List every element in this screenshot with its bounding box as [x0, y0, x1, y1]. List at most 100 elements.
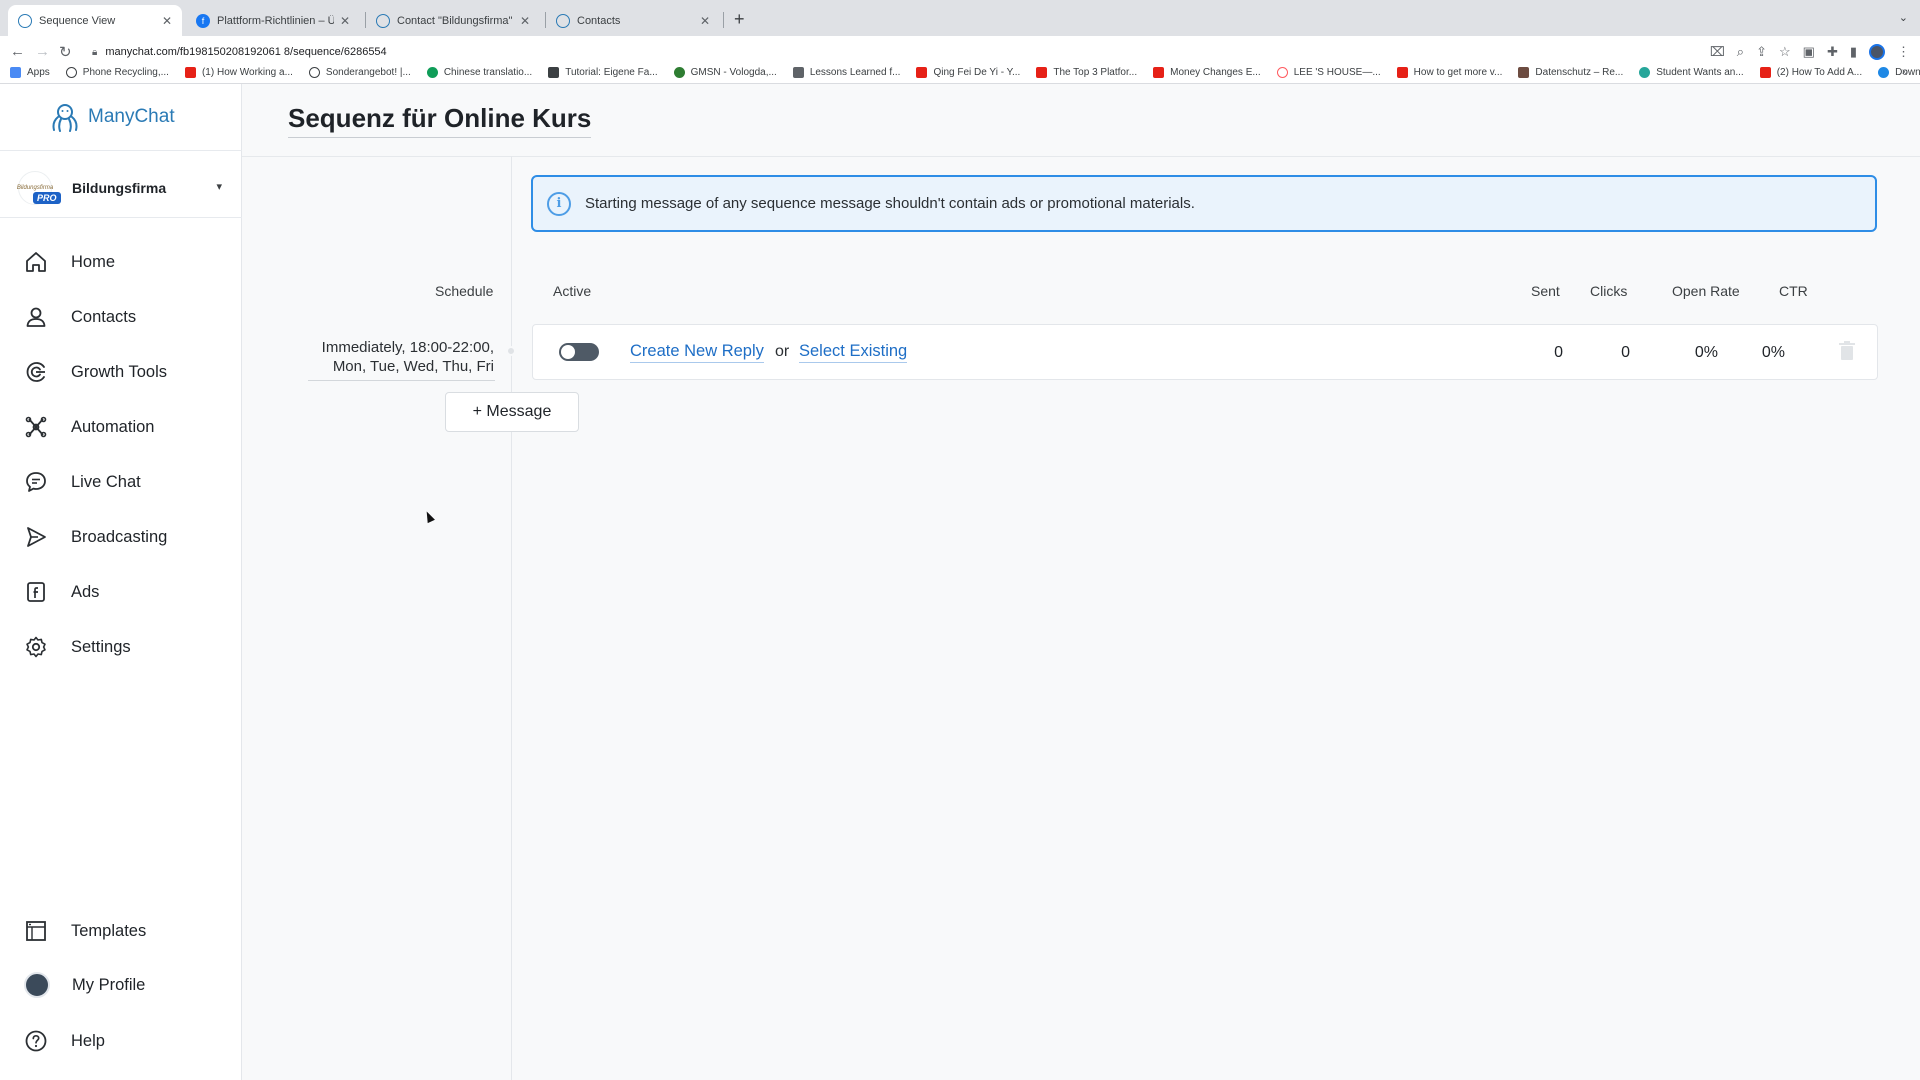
help-icon — [25, 1030, 47, 1052]
youtube-icon — [1396, 67, 1408, 78]
youtube-icon — [184, 67, 196, 78]
sidebar-item-contacts[interactable]: Contacts — [24, 302, 136, 332]
sidebar-item-ads[interactable]: Ads — [24, 577, 99, 607]
youtube-icon — [1036, 67, 1048, 78]
forward-arrow-icon[interactable]: → — [35, 43, 50, 60]
zoom-icon[interactable]: ⌕ — [1737, 44, 1744, 60]
bookmark-star-icon[interactable]: ☆ — [1779, 44, 1791, 60]
link-icon — [792, 67, 804, 78]
sidebar-divider — [0, 150, 242, 151]
browser-profile-avatar[interactable] — [1869, 44, 1885, 60]
sidebar-item-settings[interactable]: Settings — [24, 632, 131, 662]
close-tab-icon[interactable]: ✕ — [162, 14, 172, 28]
profile-avatar — [24, 972, 50, 998]
trash-icon[interactable] — [1839, 341, 1855, 361]
tab-contacts[interactable]: Contacts ✕ — [546, 5, 720, 36]
column-header-sent: Sent — [1531, 283, 1560, 299]
reload-icon[interactable]: ↻ — [59, 43, 72, 61]
bookmark-item[interactable]: Chinese translatio... — [426, 67, 532, 78]
tab-sequence-view[interactable]: Sequence View ✕ — [8, 5, 182, 36]
bookmark-item[interactable]: Qing Fei De Yi - Y... — [916, 67, 1020, 78]
add-message-button[interactable]: + Message — [445, 392, 579, 432]
more-bookmarks-icon[interactable]: » — [1902, 66, 1908, 78]
bookmark-item[interactable]: Student Wants an... — [1639, 67, 1744, 78]
send-icon — [27, 527, 46, 547]
info-icon: i — [547, 191, 571, 216]
sidebar-item-broadcasting[interactable]: Broadcasting — [24, 522, 167, 552]
bookmark-item[interactable]: Lessons Learned f... — [792, 67, 900, 78]
bookmark-item[interactable]: GMSN - Vologda,... — [673, 67, 777, 78]
ctr-value: 0% — [1761, 344, 1785, 361]
page-title[interactable]: Sequenz für Online Kurs — [288, 103, 592, 138]
sidebar-item-help[interactable]: Help — [24, 1026, 105, 1056]
bookmark-item[interactable]: The Top 3 Platfor... — [1036, 67, 1137, 78]
info-alert: i Starting message of any sequence messa… — [531, 175, 1877, 232]
datenschutz-icon — [1518, 67, 1530, 78]
share-icon[interactable]: ⇪ — [1756, 44, 1767, 60]
bookmark-item[interactable]: (1) How Working a... — [184, 67, 293, 78]
manychat-logo[interactable]: ManyChat — [48, 100, 175, 134]
sidebar-item-templates[interactable]: Templates — [24, 916, 146, 946]
column-header-open-rate: Open Rate — [1672, 283, 1740, 299]
tab-plattform-richtlinien[interactable]: f Plattform-Richtlinien – Übersich ✕ — [186, 5, 360, 36]
close-tab-icon[interactable]: ✕ — [340, 14, 350, 28]
sent-value: 0 — [1554, 344, 1563, 361]
manychat-favicon — [556, 13, 570, 28]
youtube-icon — [1153, 67, 1165, 78]
chat-bubble-icon — [26, 472, 46, 492]
pro-badge: PRO — [33, 192, 61, 204]
new-tab-button[interactable]: + — [734, 9, 745, 30]
automation-icon — [25, 416, 47, 438]
sidebar-item-automation[interactable]: Automation — [24, 412, 154, 442]
globe-icon — [308, 67, 320, 78]
gmsn-icon — [673, 67, 685, 78]
select-existing-link[interactable]: Select Existing — [799, 342, 908, 363]
bookmark-item[interactable]: Sonderangebot! |... — [308, 67, 411, 78]
browser-tab-bar: Sequence View ✕ f Plattform-Richtlinien … — [0, 0, 1920, 36]
lock-icon: 🔒︎ — [92, 47, 98, 58]
bookmark-apps[interactable]: Apps — [10, 67, 50, 78]
sidebar-item-home[interactable]: Home — [24, 247, 115, 277]
create-new-reply-link[interactable]: Create New Reply — [630, 342, 764, 363]
hashtag-icon — [548, 67, 560, 78]
manychat-favicon — [18, 13, 32, 28]
translate-icon — [426, 67, 438, 78]
toggle-knob — [561, 345, 575, 359]
sidebar: ManyChat Bildungsfirma PRO Bildungsfirma… — [0, 84, 242, 1080]
sidebar-item-my-profile[interactable]: My Profile — [24, 970, 145, 1000]
active-toggle[interactable] — [559, 343, 599, 361]
chevron-down-icon: ▾ — [216, 181, 222, 193]
browser-menu-icon[interactable]: ⋮ — [1897, 44, 1910, 60]
manychat-app: ManyChat Bildungsfirma PRO Bildungsfirma… — [0, 84, 1920, 1080]
message-schedule[interactable]: Immediately, 18:00-22:00, Mon, Tue, Wed,… — [242, 338, 494, 376]
tab-contact-bildungsfirma[interactable]: Contact "Bildungsfirma" throu ✕ — [366, 5, 540, 36]
translate-icon[interactable]: ⌧ — [1710, 44, 1725, 60]
tab-search-chevron-icon[interactable]: ⌄ — [1899, 11, 1908, 24]
close-tab-icon[interactable]: ✕ — [700, 14, 710, 28]
extension-f-icon[interactable]: ▣ — [1803, 44, 1815, 60]
bookmark-item[interactable]: Tutorial: Eigene Fa... — [548, 67, 658, 78]
open-rate-value: 0% — [1694, 344, 1718, 361]
search-icon — [65, 67, 77, 78]
bookmark-item[interactable]: Datenschutz – Re... — [1518, 67, 1623, 78]
side-panel-icon[interactable]: ▮ — [1850, 44, 1857, 60]
extensions-puzzle-icon[interactable]: ✚ — [1827, 44, 1838, 60]
bookmark-item[interactable]: Phone Recycling,... — [65, 67, 169, 78]
sidebar-item-growth-tools[interactable]: Growth Tools — [24, 357, 167, 387]
account-logo: Bildungsfirma PRO — [17, 171, 61, 205]
manychat-logo-icon — [52, 104, 78, 132]
sequence-connector-dot — [506, 346, 516, 356]
bookmark-item[interactable]: LEE 'S HOUSE—... — [1276, 67, 1381, 78]
manychat-favicon — [376, 13, 390, 28]
url-field[interactable]: 🔒︎ manychat.com/fb198150208192061 8/seque… — [92, 46, 387, 58]
bookmark-item[interactable]: Download - Cooki... — [1878, 67, 1920, 78]
back-arrow-icon[interactable]: ← — [10, 43, 25, 60]
sidebar-item-live-chat[interactable]: Live Chat — [24, 467, 141, 497]
close-tab-icon[interactable]: ✕ — [520, 14, 530, 28]
or-label: or — [775, 343, 790, 360]
tab-separator — [723, 12, 724, 28]
bookmark-item[interactable]: (2) How To Add A... — [1759, 67, 1862, 78]
bookmark-item[interactable]: How to get more v... — [1396, 67, 1502, 78]
bookmark-item[interactable]: Money Changes E... — [1153, 67, 1261, 78]
account-switcher[interactable]: Bildungsfirma PRO Bildungsfirma ▾ — [17, 168, 232, 208]
